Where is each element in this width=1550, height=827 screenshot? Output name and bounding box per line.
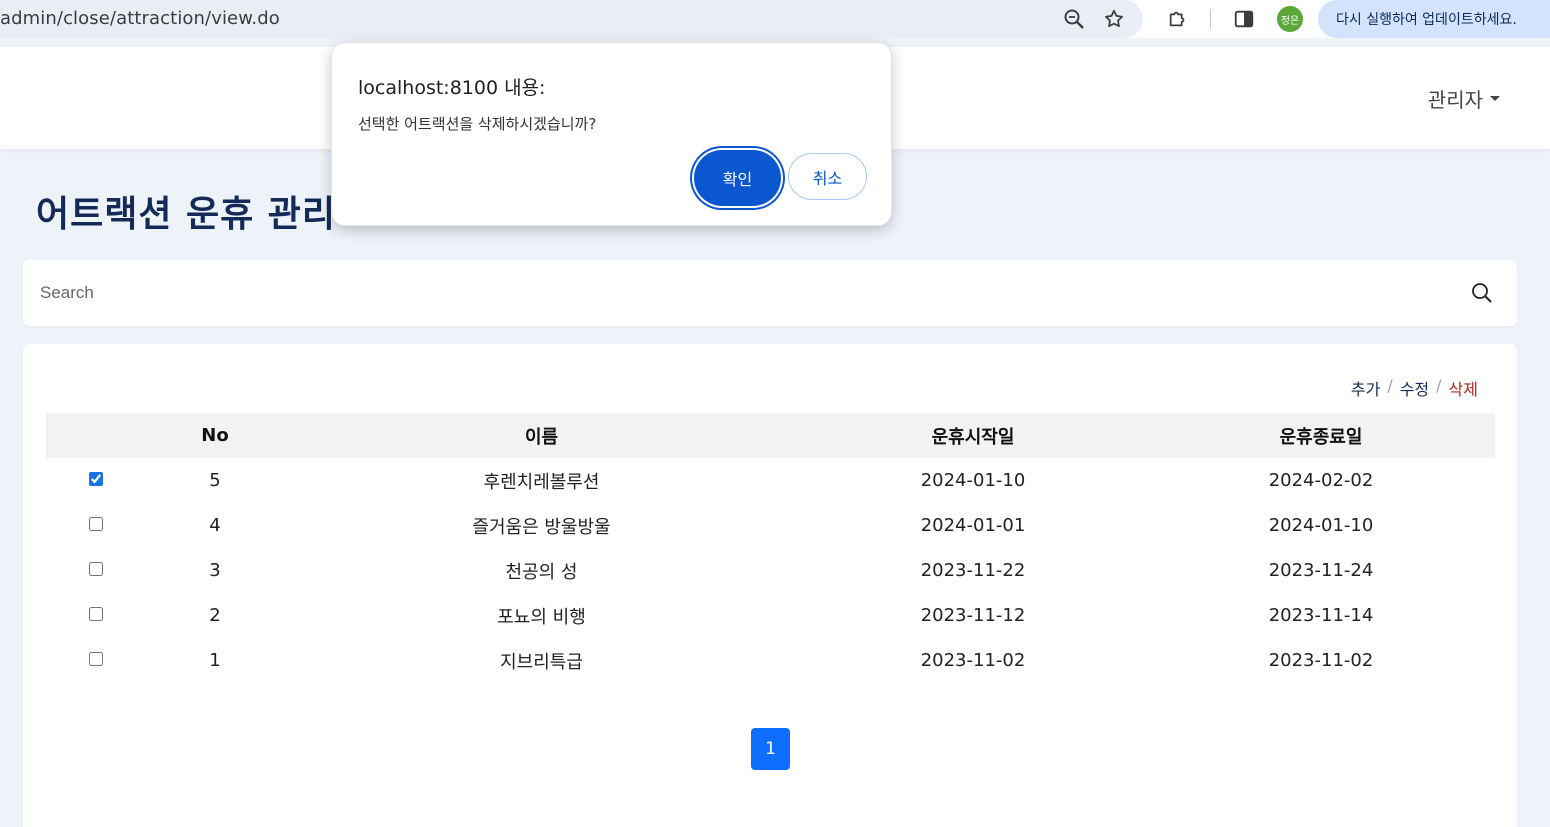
cell-no: 4 <box>209 515 221 536</box>
page-title: 어트랙션 운휴 관리 <box>36 194 337 235</box>
cell-end-date: 2023-11-02 <box>1268 650 1374 671</box>
table-actions: 추가 / 수정 / 삭제 <box>1351 376 1478 400</box>
table-card: 추가 / 수정 / 삭제 No 이름 운휴시작일 운휴종료일 5 후렌치레볼루션 <box>23 344 1517 827</box>
table-row[interactable]: 5 후렌치레볼루션 2024-01-10 2024-02-02 <box>46 458 1495 503</box>
dialog-message: 선택한 어트랙션을 삭제하시겠습니까? <box>358 115 597 133</box>
cell-no: 3 <box>209 560 221 581</box>
row-checkbox[interactable] <box>89 562 103 576</box>
header-select <box>46 413 146 458</box>
row-checkbox[interactable] <box>89 472 103 486</box>
cell-name: 즐거움은 방울방울 <box>472 516 611 538</box>
cell-name: 천공의 성 <box>505 561 578 583</box>
update-button[interactable]: 다시 실행하여 업데이트하세요. <box>1318 0 1550 38</box>
confirm-dialog: localhost:8100 내용: 선택한 어트랙션을 삭제하시겠습니까? 확… <box>331 42 892 226</box>
star-icon[interactable] <box>1102 7 1126 31</box>
add-button[interactable]: 추가 <box>1351 376 1380 400</box>
cell-no: 1 <box>209 650 221 671</box>
zoom-icon[interactable] <box>1062 7 1086 31</box>
cell-end-date: 2024-01-10 <box>1268 515 1374 536</box>
cell-start-date: 2023-11-22 <box>920 560 1026 581</box>
delete-button[interactable]: 삭제 <box>1449 376 1478 400</box>
url-text[interactable]: admin/close/attraction/view.do <box>0 8 280 29</box>
edit-button[interactable]: 수정 <box>1400 376 1429 400</box>
cell-start-date: 2023-11-12 <box>920 605 1026 626</box>
caret-down-icon <box>1490 96 1500 101</box>
admin-menu-label: 관리자 <box>1427 88 1483 112</box>
cell-end-date: 2024-02-02 <box>1268 470 1374 491</box>
admin-menu[interactable]: 관리자 <box>1428 84 1500 113</box>
action-separator: / <box>1387 376 1393 395</box>
page-button-current[interactable]: 1 <box>751 728 790 770</box>
cell-name: 포뇨의 비행 <box>497 606 586 628</box>
extensions-icon[interactable] <box>1166 7 1190 31</box>
table-row[interactable]: 4 즐거움은 방울방울 2024-01-01 2024-01-10 <box>46 503 1495 548</box>
search-bar <box>23 260 1517 326</box>
table-header-row: No 이름 운휴시작일 운휴종료일 <box>46 413 1495 458</box>
row-checkbox[interactable] <box>89 652 103 666</box>
cell-no: 5 <box>209 470 221 491</box>
table-row[interactable]: 2 포뇨의 비행 2023-11-12 2023-11-14 <box>46 593 1495 638</box>
table-row[interactable]: 3 천공의 성 2023-11-22 2023-11-24 <box>46 548 1495 593</box>
address-bar[interactable]: admin/close/attraction/view.do <box>0 0 1143 38</box>
profile-avatar[interactable]: 정은 <box>1277 6 1303 32</box>
action-separator: / <box>1436 376 1442 395</box>
cell-end-date: 2023-11-14 <box>1268 605 1374 626</box>
search-icon[interactable] <box>1471 282 1495 306</box>
cell-name: 지브리특급 <box>500 651 583 673</box>
cell-start-date: 2023-11-02 <box>920 650 1026 671</box>
confirm-cancel-button[interactable]: 취소 <box>788 153 867 200</box>
row-checkbox[interactable] <box>89 607 103 621</box>
cell-start-date: 2024-01-01 <box>920 515 1026 536</box>
cell-end-date: 2023-11-24 <box>1268 560 1374 581</box>
side-panel-icon[interactable] <box>1232 7 1256 31</box>
browser-toolbar: admin/close/attraction/view.do 정은 다시 실행하… <box>0 0 1550 38</box>
row-checkbox[interactable] <box>89 517 103 531</box>
header-name: 이름 <box>524 426 559 448</box>
toolbar-divider <box>1210 9 1211 29</box>
header-no: No <box>201 425 229 446</box>
search-input[interactable] <box>23 260 1453 326</box>
table-row[interactable]: 1 지브리특급 2023-11-02 2023-11-02 <box>46 638 1495 683</box>
confirm-ok-button[interactable]: 확인 <box>694 150 781 206</box>
cell-start-date: 2024-01-10 <box>920 470 1026 491</box>
header-start-date: 운휴시작일 <box>931 426 1015 448</box>
attraction-table: No 이름 운휴시작일 운휴종료일 5 후렌치레볼루션 2024-01-10 2… <box>46 413 1495 683</box>
dialog-title: localhost:8100 내용: <box>358 77 546 99</box>
cell-name: 후렌치레볼루션 <box>483 471 600 493</box>
header-end-date: 운휴종료일 <box>1279 426 1363 448</box>
cell-no: 2 <box>209 605 221 626</box>
